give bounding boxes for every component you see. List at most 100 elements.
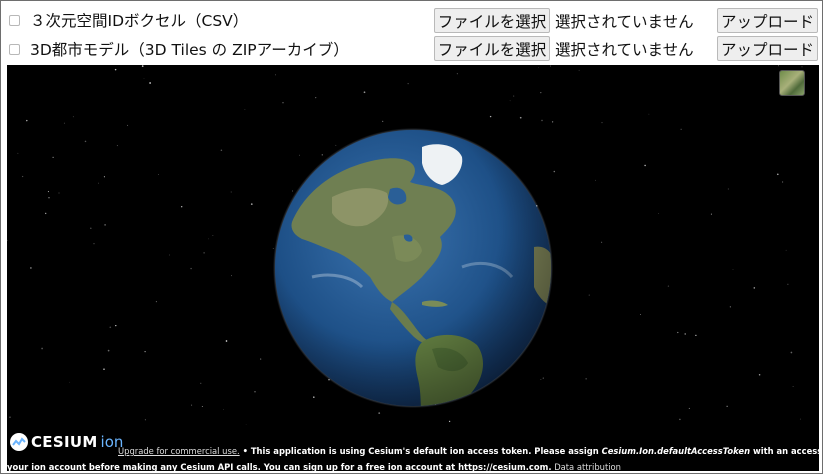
star	[190, 267, 192, 270]
city-model-upload-button[interactable]: アップロード	[717, 36, 818, 61]
star	[116, 145, 118, 147]
star	[509, 100, 511, 102]
star	[658, 213, 660, 214]
star	[225, 340, 228, 342]
star	[578, 69, 580, 71]
star	[26, 119, 28, 122]
star	[212, 235, 214, 237]
voxel-csv-file-button[interactable]: ファイルを選択	[434, 8, 550, 33]
star	[220, 149, 223, 151]
star	[275, 74, 276, 76]
star	[540, 92, 542, 94]
star	[107, 349, 110, 352]
star	[601, 122, 603, 124]
credit-line1b: with an access token from	[752, 446, 819, 456]
star	[753, 287, 756, 289]
star	[782, 181, 784, 183]
star	[41, 347, 43, 350]
star	[677, 331, 679, 334]
star	[203, 252, 205, 254]
star	[103, 368, 105, 370]
star	[72, 116, 74, 118]
star	[47, 191, 49, 193]
star	[7, 239, 8, 241]
cesium-viewer[interactable]: CESIUM ion Upgrade for commercial use. •…	[7, 65, 819, 471]
star	[149, 82, 151, 84]
star	[207, 238, 209, 240]
star	[9, 416, 11, 418]
star	[382, 120, 384, 122]
star	[144, 350, 146, 353]
voxel-csv-row: ３次元空間IDボクセル（CSV）	[9, 6, 248, 34]
star	[680, 128, 682, 130]
star	[104, 224, 106, 226]
voxel-csv-label: ３次元空間IDボクセル（CSV）	[30, 12, 249, 30]
star	[44, 212, 47, 215]
star	[407, 83, 409, 85]
star	[551, 121, 554, 123]
star	[595, 179, 596, 181]
star	[143, 78, 145, 79]
star	[679, 418, 681, 421]
star	[141, 65, 144, 67]
star	[127, 124, 129, 126]
star	[549, 65, 551, 67]
star	[260, 358, 262, 360]
star	[63, 122, 65, 124]
star	[513, 95, 515, 97]
star	[519, 116, 522, 119]
upgrade-link[interactable]: Upgrade for commercial use.	[118, 446, 240, 456]
voxel-csv-file-status: 選択されていません	[555, 12, 694, 31]
city-model-label: 3D都市モデル（3D Tiles の ZIPアーカイブ）	[30, 41, 349, 59]
token-variable: Cesium.Ion.defaultAccessToken	[601, 446, 751, 456]
star	[144, 419, 146, 421]
star	[456, 73, 458, 75]
star	[169, 254, 170, 256]
star	[48, 197, 50, 199]
star	[601, 241, 603, 243]
base-layer-picker-button[interactable]	[779, 70, 805, 96]
star	[230, 191, 232, 193]
star	[785, 249, 787, 251]
star	[201, 406, 203, 407]
star	[245, 424, 247, 425]
star	[93, 243, 95, 245]
star	[448, 420, 451, 423]
star	[585, 378, 587, 380]
city-model-file-status: 選択されていません	[555, 40, 694, 59]
star	[695, 334, 697, 337]
star	[223, 409, 224, 410]
star	[30, 267, 32, 269]
star	[787, 283, 789, 285]
star	[378, 412, 381, 414]
credit-text: Upgrade for commercial use. • This appli…	[7, 443, 819, 471]
city-model-file-button[interactable]: ファイルを選択	[434, 36, 550, 61]
earth-globe[interactable]	[272, 127, 554, 409]
voxel-csv-upload-button[interactable]: アップロード	[717, 8, 818, 33]
star	[644, 164, 646, 167]
voxel-csv-checkbox[interactable]	[9, 14, 20, 26]
star	[98, 182, 99, 184]
star	[180, 205, 183, 208]
star	[541, 119, 543, 122]
star	[667, 285, 670, 287]
star	[155, 301, 157, 303]
star	[732, 269, 734, 270]
star	[648, 113, 650, 115]
star	[727, 188, 729, 190]
star	[315, 96, 317, 99]
star	[109, 326, 112, 329]
star	[157, 174, 159, 175]
star	[729, 306, 731, 308]
star	[84, 140, 87, 143]
star	[282, 101, 284, 104]
credit-line1: • This application is using Cesium's def…	[239, 446, 602, 456]
city-model-checkbox[interactable]	[9, 43, 20, 55]
star	[489, 115, 492, 118]
star	[200, 382, 202, 384]
star	[777, 65, 779, 67]
star	[115, 324, 117, 327]
star	[726, 405, 728, 407]
data-attribution-link[interactable]: Data attribution	[554, 462, 621, 471]
star	[58, 192, 60, 194]
